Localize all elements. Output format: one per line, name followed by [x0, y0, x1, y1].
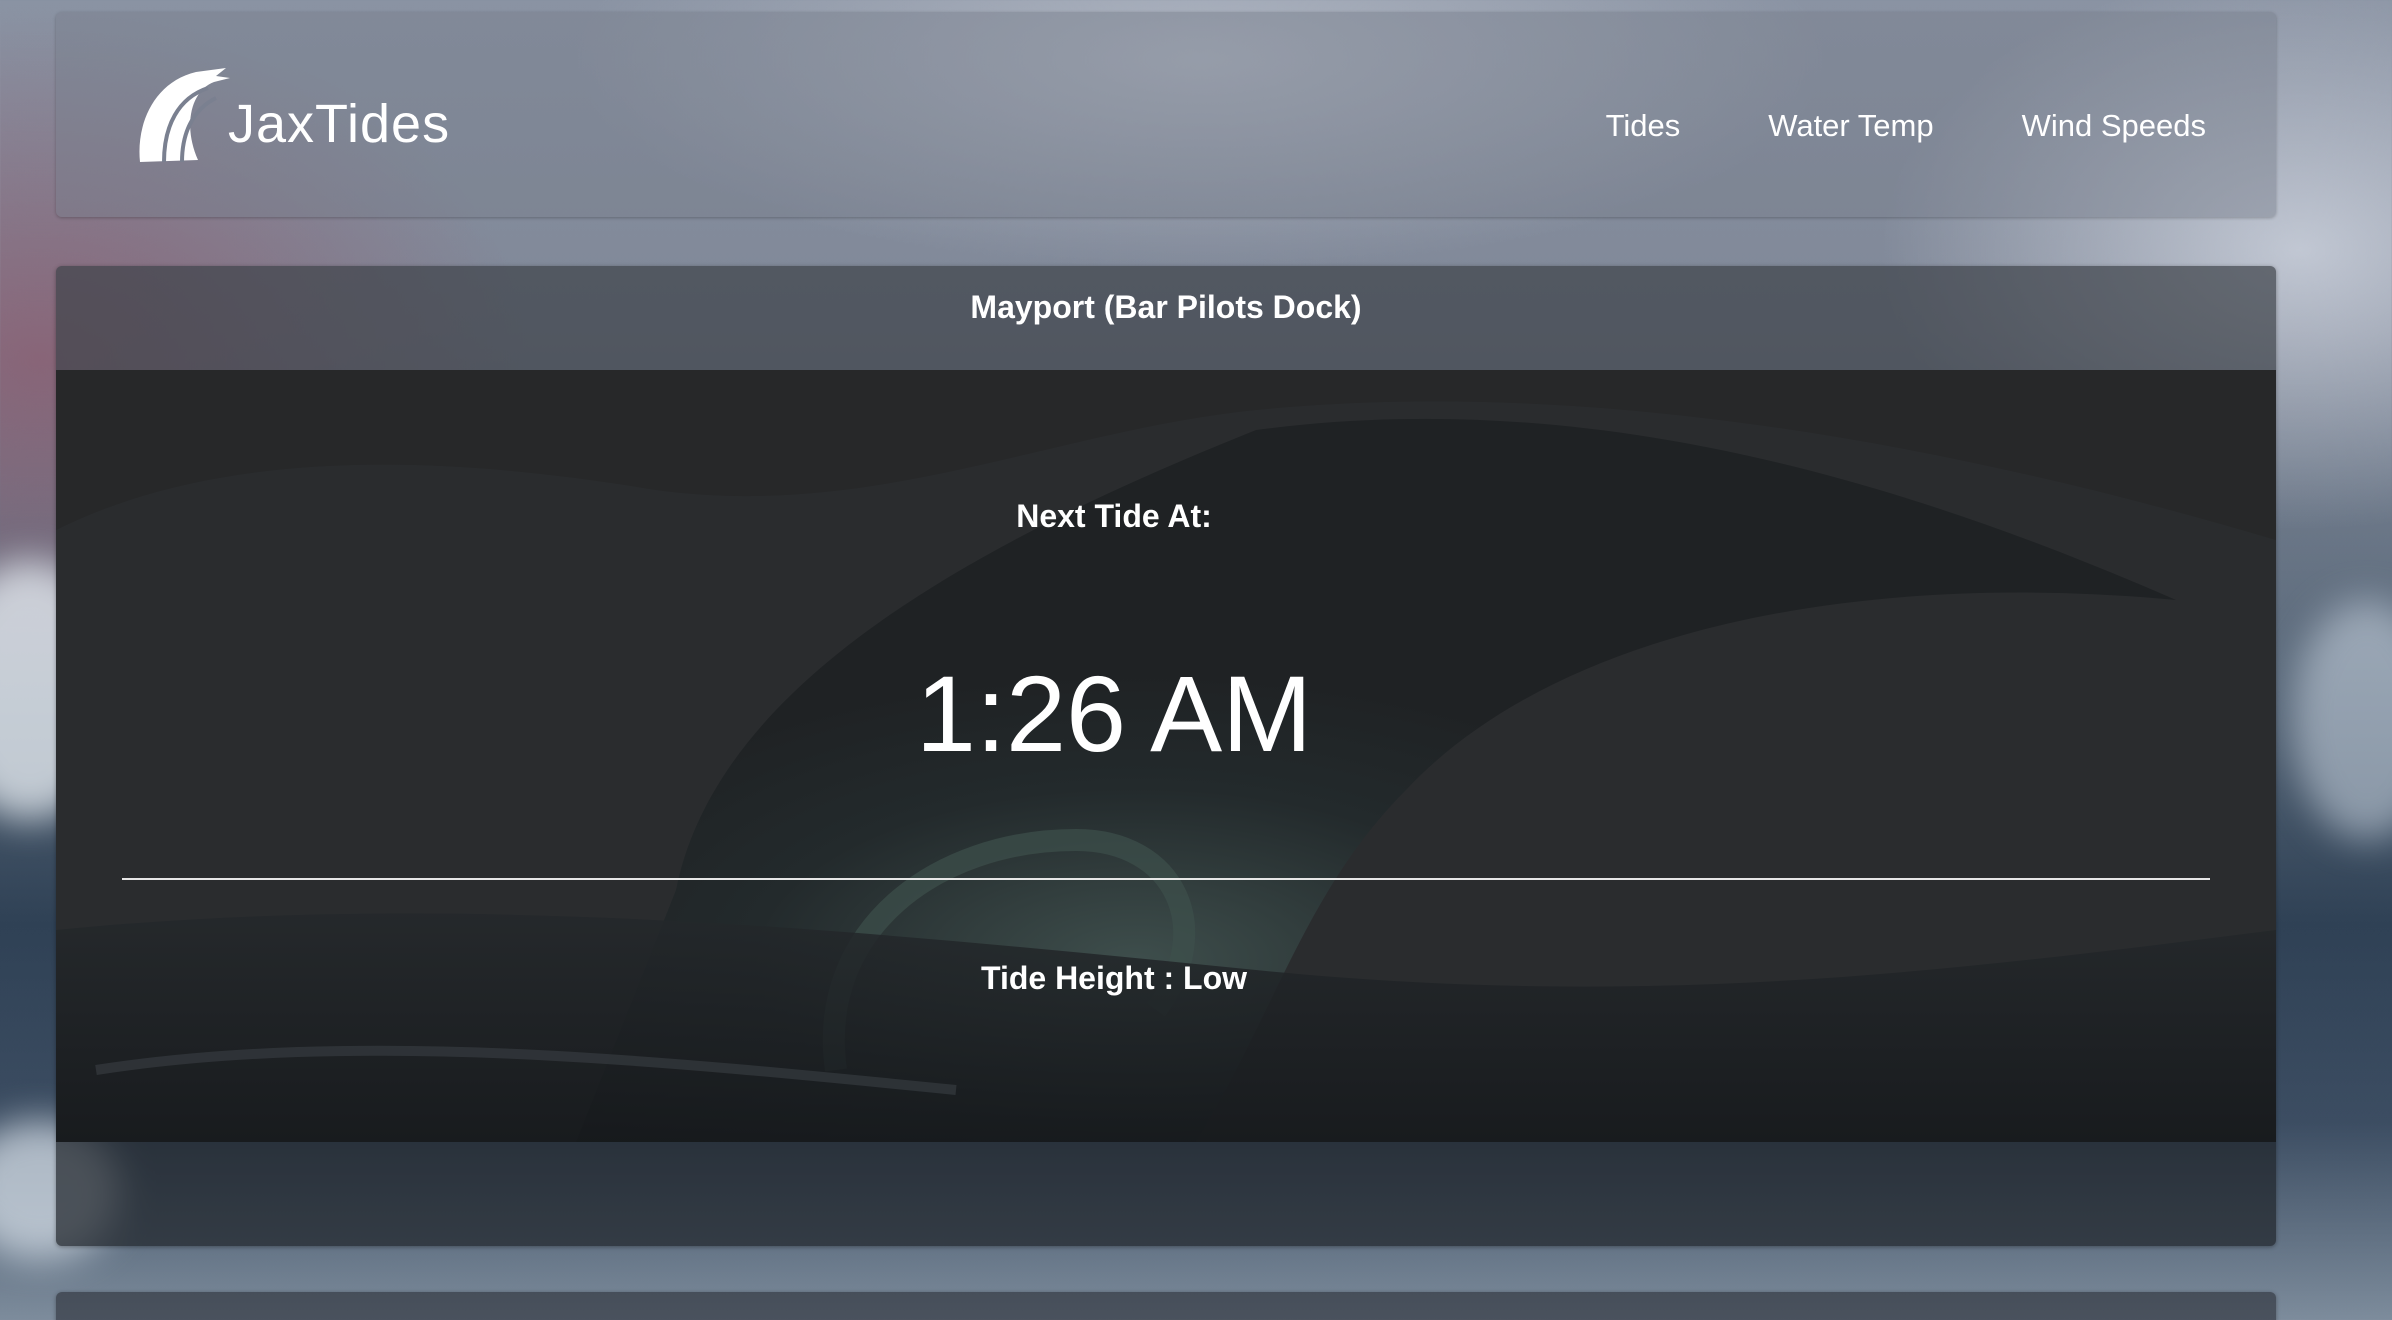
tide-card: Mayport (Bar Pilots Dock) Next Tide At: …	[56, 266, 2276, 1246]
brand-name: JaxTides	[228, 94, 451, 154]
next-card	[56, 1292, 2276, 1320]
main-nav: Tides Water Temp Wind Speeds	[1606, 108, 2206, 144]
divider	[122, 878, 2210, 880]
tide-height: Tide Height : Low	[56, 960, 2224, 997]
nav-link-tides[interactable]: Tides	[1606, 108, 1681, 144]
tide-height-label: Tide Height :	[980, 960, 1175, 996]
tide-card-body: Next Tide At: 1:26 AM Tide Height : Low	[56, 370, 2276, 1142]
brand-link[interactable]: JaxTides	[134, 64, 450, 164]
background-surf	[2292, 600, 2392, 840]
navbar: JaxTides Tides Water Temp Wind Speeds	[56, 12, 2276, 217]
station-name: Mayport (Bar Pilots Dock)	[970, 288, 1362, 325]
next-tide-time: 1:26 AM	[915, 653, 1313, 774]
tide-card-header: Mayport (Bar Pilots Dock)	[56, 266, 2276, 370]
tide-card-footer	[56, 1142, 2276, 1246]
next-tide-label: Next Tide At:	[1016, 498, 1212, 534]
nav-link-wind-speeds[interactable]: Wind Speeds	[2022, 108, 2206, 144]
nav-link-water-temp[interactable]: Water Temp	[1768, 108, 1933, 144]
tide-height-value: Low	[1183, 960, 1248, 996]
wave-logo-icon	[139, 68, 230, 163]
